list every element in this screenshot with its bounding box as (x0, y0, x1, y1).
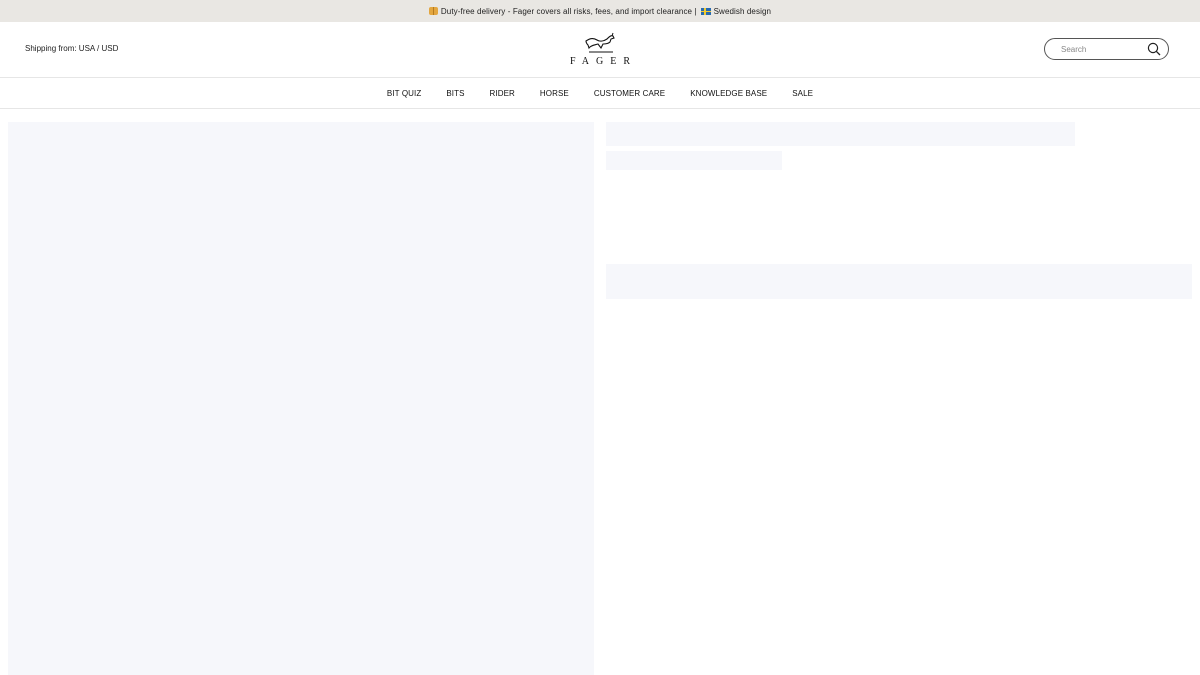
product-image-placeholder (8, 122, 594, 675)
nav-knowledge-base[interactable]: KNOWLEDGE BASE (690, 89, 767, 98)
search-input[interactable] (1061, 44, 1141, 54)
nav-horse[interactable]: HORSE (540, 89, 569, 98)
package-icon (428, 7, 438, 15)
announcement-bar: Duty-free delivery - Fager covers all ri… (0, 0, 1200, 22)
product-title-placeholder (606, 122, 1075, 146)
nav-bits[interactable]: BITS (446, 89, 464, 98)
nav-bit-quiz[interactable]: BIT QUIZ (387, 89, 421, 98)
shipping-selector[interactable]: Shipping from: USA / USD (25, 44, 118, 53)
product-option-placeholder (606, 264, 1192, 299)
logo[interactable]: FAGER (560, 32, 640, 70)
search-icon[interactable] (1146, 41, 1162, 57)
nav-sale[interactable]: SALE (792, 89, 813, 98)
site-header: Shipping from: USA / USD FAGER (0, 22, 1200, 78)
nav-rider[interactable]: RIDER (490, 89, 515, 98)
logo-text: FAGER (569, 56, 638, 67)
main-nav: BIT QUIZ BITS RIDER HORSE CUSTOMER CARE … (0, 78, 1200, 109)
product-price-placeholder (606, 151, 782, 170)
horse-logo-icon (585, 32, 615, 53)
announcement-design-text: Swedish design (713, 6, 772, 16)
announcement-text: Duty-free delivery - Fager covers all ri… (440, 6, 697, 16)
search-box[interactable] (1044, 38, 1169, 60)
nav-customer-care[interactable]: CUSTOMER CARE (594, 89, 665, 98)
sweden-flag-icon (700, 7, 711, 15)
